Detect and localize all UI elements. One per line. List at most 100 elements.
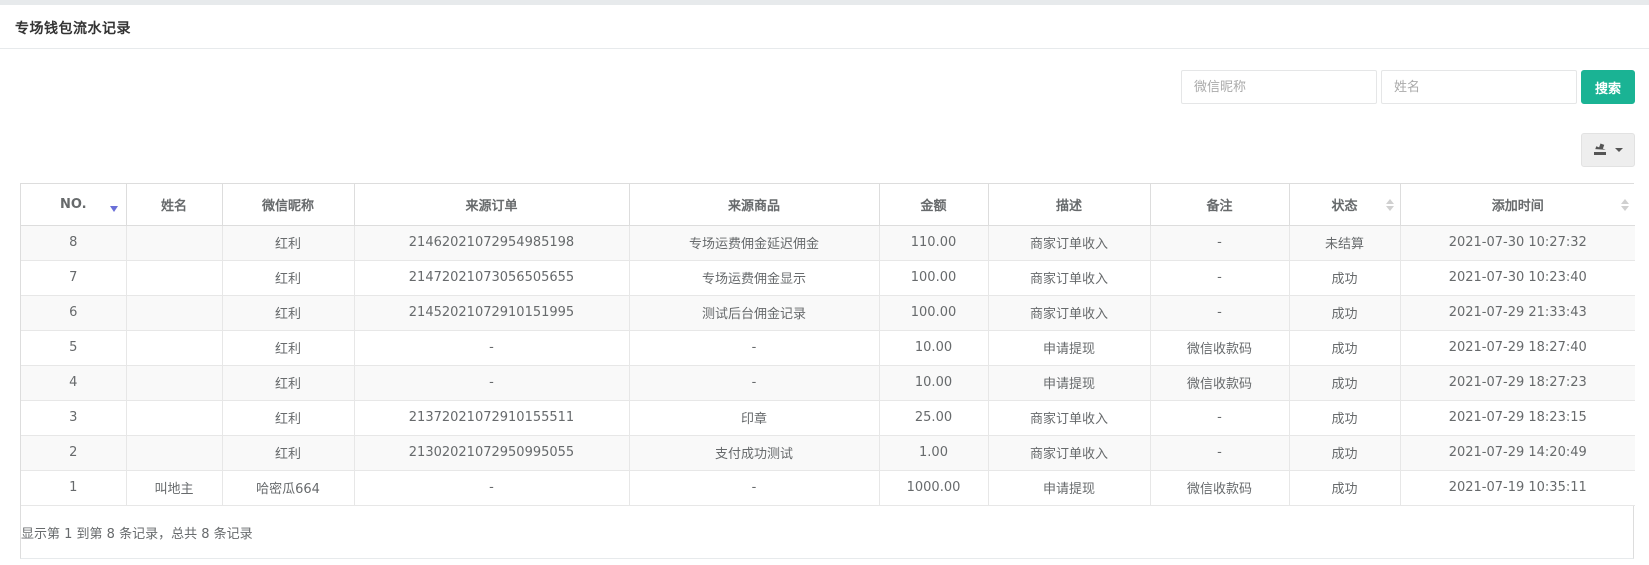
- table-row[interactable]: 5 红利 - -10.00 申请提现 微信收款码 成功 2021-07-29 18:27:40: [21, 330, 1635, 366]
- cell-description: 商家订单收入: [988, 295, 1151, 331]
- header-status[interactable]: 状态: [1289, 184, 1401, 226]
- chevron-down-icon: [1615, 148, 1623, 152]
- header-source-product: 来源商品: [629, 184, 880, 226]
- nickname-search-input[interactable]: [1181, 70, 1377, 104]
- cell-description: 商家订单收入: [988, 400, 1151, 436]
- cell-status: 成功: [1289, 470, 1401, 506]
- cell-amount: 100.00: [879, 260, 989, 296]
- cell-wechat-nickname: 红利: [222, 295, 355, 331]
- cell-no: 2: [21, 435, 127, 471]
- cell-add-time: 2021-07-30 10:27:32: [1400, 225, 1635, 261]
- cell-status: 成功: [1289, 365, 1401, 401]
- cell-wechat-nickname: 红利: [222, 260, 355, 296]
- header-source-order: 来源订单: [354, 184, 630, 226]
- cell-add-time: 2021-07-29 18:23:15: [1400, 400, 1635, 436]
- cell-source-order: -: [354, 470, 630, 506]
- cell-description: 商家订单收入: [988, 260, 1151, 296]
- search-button[interactable]: 搜索: [1581, 70, 1635, 104]
- cell-status: 成功: [1289, 435, 1401, 471]
- table-row[interactable]: 2 红利 21302021072950995055 支付成功测试 1.00 商家订单收入 -…: [21, 435, 1635, 471]
- cell-wechat-nickname: 红利: [222, 435, 355, 471]
- export-dropdown-button[interactable]: [1581, 133, 1635, 167]
- cell-name: [126, 435, 223, 471]
- cell-remark: -: [1150, 260, 1290, 296]
- table-row[interactable]: 6 红利 21452021072910151995 测试后台佣金记录 100.00 商家订…: [21, 295, 1635, 331]
- cell-status: 成功: [1289, 330, 1401, 366]
- cell-status: 成功: [1289, 400, 1401, 436]
- sort-icon: [1385, 197, 1394, 213]
- cell-add-time: 2021-07-29 21:33:43: [1400, 295, 1635, 331]
- cell-name: [126, 330, 223, 366]
- cell-description: 商家订单收入: [988, 225, 1151, 261]
- cell-source-order: -: [354, 365, 630, 401]
- cell-no: 3: [21, 400, 127, 436]
- cell-remark: 微信收款码: [1150, 470, 1290, 506]
- cell-amount: 1.00: [879, 435, 989, 471]
- header-name: 姓名: [126, 184, 223, 226]
- cell-source-order: 21372021072910155511: [354, 400, 630, 436]
- cell-source-product: 专场运费佣金延迟佣金: [629, 225, 880, 261]
- panel-header: 专场钱包流水记录: [0, 5, 1649, 49]
- cell-source-product: -: [629, 470, 880, 506]
- cell-remark: -: [1150, 295, 1290, 331]
- header-no[interactable]: NO.: [21, 184, 127, 226]
- cell-add-time: 2021-07-19 10:35:11: [1400, 470, 1635, 506]
- table-row[interactable]: 7 红利 21472021073056505655 专场运费佣金显示 100.00 商家订…: [21, 260, 1635, 296]
- cell-no: 4: [21, 365, 127, 401]
- cell-wechat-nickname: 红利: [222, 400, 355, 436]
- cell-remark: 微信收款码: [1150, 365, 1290, 401]
- records-table: NO. 姓名 微信昵称 来源订单 来源商品 金额 描述 备注 状态 添加时间 8…: [20, 183, 1635, 559]
- cell-source-order: -: [354, 330, 630, 366]
- header-description: 描述: [988, 184, 1151, 226]
- cell-description: 申请提现: [988, 365, 1151, 401]
- cell-description: 申请提现: [988, 330, 1151, 366]
- cell-source-product: 测试后台佣金记录: [629, 295, 880, 331]
- cell-description: 申请提现: [988, 470, 1151, 506]
- table-row[interactable]: 8 红利 2146202107295498519​8 专场运费佣金延迟佣金 110.00…: [21, 225, 1635, 261]
- cell-source-order: 21452021072910151995: [354, 295, 630, 331]
- cell-source-product: -: [629, 330, 880, 366]
- table-row[interactable]: 1 叫地主 哈密瓜664- -1000.00 申请提现 微信收款码 成功 2021-07-19…: [21, 470, 1635, 506]
- cell-amount: 25.00: [879, 400, 989, 436]
- cell-source-product: -: [629, 365, 880, 401]
- header-remark: 备注: [1150, 184, 1290, 226]
- cell-wechat-nickname: 哈密瓜664: [222, 470, 355, 506]
- name-search-input[interactable]: [1381, 70, 1577, 104]
- cell-name: [126, 365, 223, 401]
- cell-add-time: 2021-07-29 18:27:40: [1400, 330, 1635, 366]
- cell-name: [126, 225, 223, 261]
- cell-source-order: 2146202107295498519​8: [354, 225, 630, 261]
- cell-status: 成功: [1289, 295, 1401, 331]
- cell-add-time: 2021-07-29 18:27:23: [1400, 365, 1635, 401]
- header-amount: 金额: [879, 184, 989, 226]
- cell-source-order: 21302021072950995055: [354, 435, 630, 471]
- sort-icon: [1621, 197, 1629, 213]
- cell-no: 5: [21, 330, 127, 366]
- table-row[interactable]: 4 红利 - -10.00 申请提现 微信收款码 成功 2021-07-29 18:27:23: [21, 365, 1635, 401]
- cell-status: 未结算: [1289, 225, 1401, 261]
- cell-wechat-nickname: 红利: [222, 225, 355, 261]
- cell-add-time: 2021-07-29 14:20:49: [1400, 435, 1635, 471]
- pagination-info: 显示第 1 到第 8 条记录，总共 8 条记录: [21, 527, 253, 542]
- cell-description: 商家订单收入: [988, 435, 1151, 471]
- cell-name: [126, 260, 223, 296]
- cell-no: 7: [21, 260, 127, 296]
- cell-wechat-nickname: 红利: [222, 330, 355, 366]
- cell-remark: -: [1150, 435, 1290, 471]
- cell-source-product: 印章: [629, 400, 880, 436]
- cell-remark: -: [1150, 225, 1290, 261]
- cell-name: [126, 295, 223, 331]
- header-wechat-nickname: 微信昵称: [222, 184, 355, 226]
- cell-source-product: 支付成功测试: [629, 435, 880, 471]
- table-header-row: NO. 姓名 微信昵称 来源订单 来源商品 金额 描述 备注 状态 添加时间: [21, 184, 1635, 226]
- cell-status: 成功: [1289, 260, 1401, 296]
- cell-amount: 100.00: [879, 295, 989, 331]
- sort-desc-icon: [109, 206, 118, 212]
- cell-amount: 110.00: [879, 225, 989, 261]
- cell-no: 8: [21, 225, 127, 261]
- cell-name: [126, 400, 223, 436]
- header-add-time[interactable]: 添加时间: [1400, 184, 1635, 226]
- cell-remark: 微信收款码: [1150, 330, 1290, 366]
- table-row[interactable]: 3 红利 21372021072910155511 印章 25.00 商家订单收入 - 成功 2…: [21, 400, 1635, 436]
- cell-amount: 1000.00: [879, 470, 989, 506]
